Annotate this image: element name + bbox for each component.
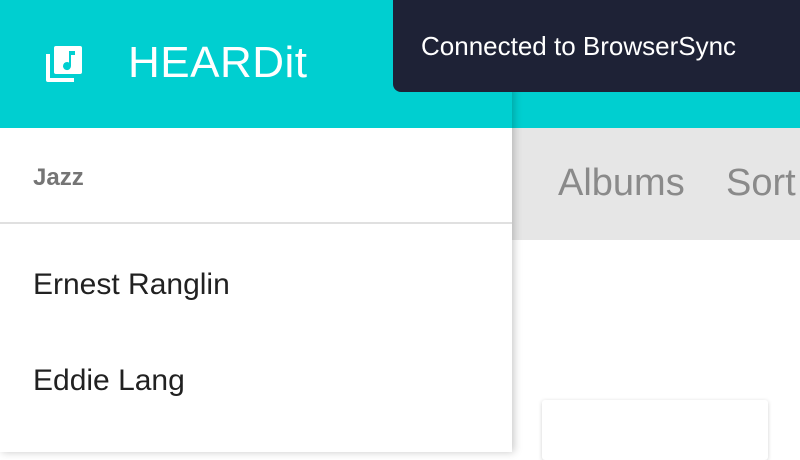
genre-subheader: Jazz (33, 164, 84, 191)
list-item-artist[interactable]: Eddie Lang (0, 336, 512, 430)
album-card[interactable] (542, 400, 768, 460)
sort-button[interactable]: Sort (726, 162, 796, 205)
artist-label: Eddie Lang (33, 364, 185, 397)
music-library-icon (46, 46, 82, 82)
artist-label: Ernest Ranglin (33, 268, 230, 301)
albums-tab[interactable]: Albums (558, 162, 685, 205)
divider (0, 222, 512, 224)
browsersync-toast: Connected to BrowserSync (393, 0, 800, 92)
toast-message: Connected to BrowserSync (421, 31, 737, 61)
list-item-artist[interactable]: Ernest Ranglin (0, 240, 512, 334)
app-title[interactable]: HEARDit (128, 38, 308, 88)
